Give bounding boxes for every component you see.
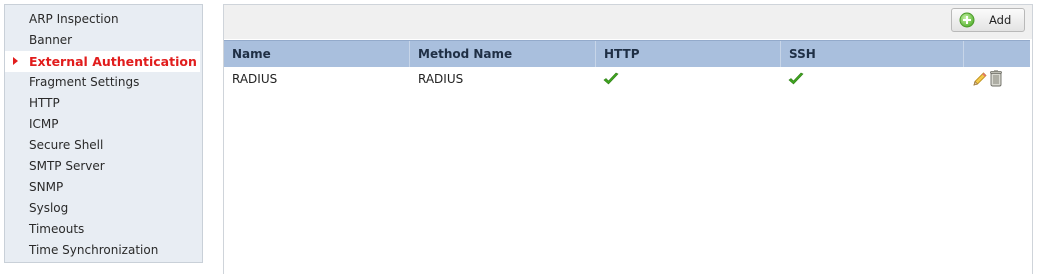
column-header-ssh[interactable]: SSH (781, 41, 964, 67)
main-panel: Add Name Method Name HTTP SSH RADIUS RAD… (223, 4, 1033, 274)
column-header-name[interactable]: Name (224, 41, 410, 67)
sidebar-item-label: Time Synchronization (29, 243, 159, 257)
add-button[interactable]: Add (951, 8, 1025, 32)
toolbar: Add (224, 5, 1032, 39)
edit-pencil-icon[interactable] (972, 71, 988, 87)
sidebar-item-arp-inspection[interactable]: ARP Inspection (5, 9, 200, 30)
sidebar-item-http[interactable]: HTTP (5, 93, 200, 114)
column-header-http[interactable]: HTTP (596, 41, 781, 67)
sidebar-item-snmp[interactable]: SNMP (5, 177, 200, 198)
checkmark-icon (788, 72, 804, 85)
column-header-method-name[interactable]: Method Name (410, 41, 596, 67)
sidebar-item-label: Syslog (29, 201, 69, 215)
sidebar-item-external-authentication[interactable]: External Authentication (5, 51, 200, 72)
sidebar-item-smtp-server[interactable]: SMTP Server (5, 156, 200, 177)
sidebar-item-time-synchronization[interactable]: Time Synchronization (5, 240, 200, 261)
active-arrow-icon (13, 57, 18, 65)
delete-trash-icon[interactable] (990, 70, 1002, 87)
sidebar: ARP Inspection Banner External Authentic… (4, 4, 203, 263)
sidebar-item-syslog[interactable]: Syslog (5, 198, 200, 219)
sidebar-item-icmp[interactable]: ICMP (5, 114, 200, 135)
sidebar-item-timeouts[interactable]: Timeouts (5, 219, 200, 240)
table-row[interactable]: RADIUS RADIUS (224, 67, 1030, 91)
sidebar-item-label: ICMP (29, 117, 59, 131)
cell-name: RADIUS (232, 72, 278, 86)
sidebar-item-label: Banner (29, 33, 73, 47)
sidebar-item-label: SNMP (29, 180, 64, 194)
sidebar-item-fragment-settings[interactable]: Fragment Settings (5, 72, 200, 93)
sidebar-item-label: External Authentication (29, 54, 197, 69)
table-header: Name Method Name HTTP SSH (224, 40, 1030, 67)
sidebar-item-label: SMTP Server (29, 159, 105, 173)
cell-ssh (781, 67, 964, 91)
sidebar-item-banner[interactable]: Banner (5, 30, 200, 51)
cell-method-name: RADIUS (418, 72, 464, 86)
plus-circle-icon (959, 12, 975, 28)
sidebar-item-label: Timeouts (29, 222, 85, 236)
column-header-actions (964, 41, 1030, 67)
add-button-label: Add (989, 13, 1012, 27)
checkmark-icon (603, 72, 619, 85)
sidebar-item-label: ARP Inspection (29, 12, 119, 26)
sidebar-item-label: Secure Shell (29, 138, 104, 152)
cell-http (596, 67, 781, 91)
sidebar-item-secure-shell[interactable]: Secure Shell (5, 135, 200, 156)
sidebar-item-label: HTTP (29, 96, 60, 110)
cell-actions (964, 67, 1030, 91)
sidebar-item-label: Fragment Settings (29, 75, 140, 89)
